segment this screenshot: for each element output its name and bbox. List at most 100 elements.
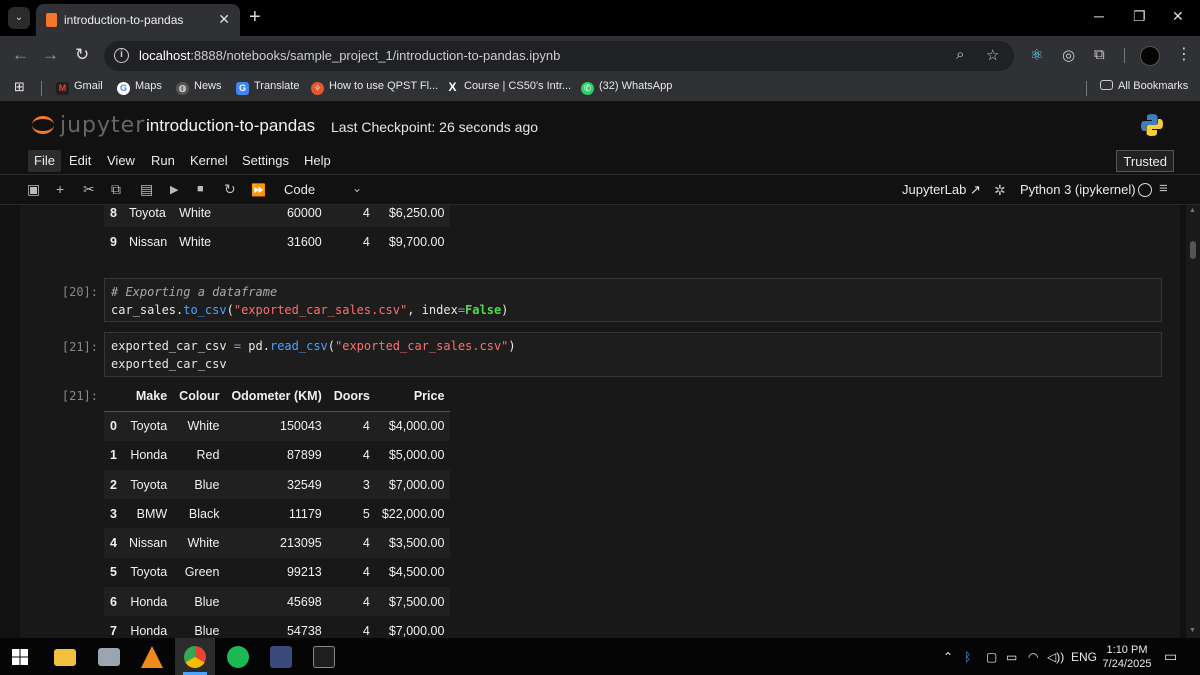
tab-close-icon[interactable]: ✕ [218,11,230,28]
cell-colour: Blue [194,624,220,638]
run-play-icon[interactable]: ▶ [170,183,178,196]
scrollbar-thumb[interactable] [1190,241,1196,259]
bluetooth-icon[interactable]: ᛒ [964,650,971,664]
windows-taskbar: ⌃ ᛒ ▢ ▭ ◠ ◁)) ENG 1:10 PM 7/24/2025 ▭ [0,638,1200,675]
restart-run-all-icon[interactable]: ⏩ [251,183,266,197]
jupyter-logo-icon[interactable] [32,112,54,138]
scroll-up-icon[interactable]: ▲ [1189,207,1196,214]
reload-icon[interactable]: ↻ [75,45,89,65]
react-devtools-extension-icon[interactable]: ⚛ [1030,46,1043,64]
file-explorer-icon[interactable] [54,649,76,666]
qpst-site-icon: ✧ [311,82,324,95]
copy-icon[interactable]: ⧉ [111,181,121,198]
chevron-down-icon[interactable]: ⌄ [352,181,362,195]
menu-file[interactable]: File [28,150,61,172]
notebook-scrollbar[interactable]: ▲ ▼ [1186,205,1200,638]
cell-type-select[interactable]: Code [284,182,315,197]
wifi-icon[interactable]: ◠ [1028,650,1038,664]
bookmark-gmail[interactable]: M Gmail [56,80,103,95]
forward-arrow-icon[interactable]: → [42,45,59,65]
meet-now-icon[interactable]: ▢ [986,650,997,664]
url-text[interactable]: localhost:8888/notebooks/sample_project_… [139,48,560,63]
row-index: 1 [110,448,117,463]
kernel-gear-icon[interactable]: ✲ [994,182,1006,199]
menu-kernel[interactable]: Kernel [190,153,228,168]
restart-kernel-icon[interactable]: ↻ [224,181,236,198]
cell-odometer: 60000 [286,205,322,220]
game-app-icon[interactable] [270,646,292,668]
vlc-icon[interactable] [141,646,163,668]
table-row: 5 Toyota Green 99213 4 $4,500.00 [104,557,451,588]
kernel-status-circle-icon [1138,183,1152,197]
mail-icon[interactable] [98,648,120,666]
cell-odometer: 31600 [286,234,322,249]
kernel-name[interactable]: Python 3 (ipykernel) [1020,182,1136,197]
cell-odometer: 99213 [286,565,322,580]
battery-icon[interactable]: ▭ [1006,650,1017,664]
tray-overflow-chevron-icon[interactable]: ⌃ [943,650,953,664]
cell-price: $7,000.00 [388,624,445,638]
address-bar[interactable]: i localhost:8888/notebooks/sample_projec… [104,41,1014,71]
system-clock[interactable]: 1:10 PM 7/24/2025 [1100,643,1154,671]
bookmark-qpst[interactable]: ✧ How to use QPST Fl... [311,80,438,95]
new-tab-plus-icon[interactable]: + [249,6,261,29]
cell-price: $7,500.00 [388,594,445,609]
previous-dataframe-output: 8 Toyota White 60000 4 $6,250.00 9 Nissan White 3… [104,205,451,257]
all-bookmarks[interactable]: All Bookmarks [1100,80,1188,92]
trusted-indicator[interactable]: Trusted [1116,150,1174,172]
jupyterlab-link[interactable]: JupyterLab ↗ [902,182,981,198]
terminal-app-icon[interactable] [313,646,335,668]
extensions-puzzle-icon[interactable]: ⧉ [1094,46,1105,63]
globe-icon: ◍ [176,82,189,95]
bookmark-maps[interactable]: G Maps [117,80,162,95]
browser-menu-icon[interactable]: ⋮ [1176,44,1192,64]
profile-avatar[interactable] [1140,46,1160,66]
chrome-icon[interactable] [184,646,206,668]
cell-21-prompt: [21]: [61,340,98,354]
bookmark-whatsapp[interactable]: ✆ (32) WhatsApp [581,80,672,95]
menu-view[interactable]: View [107,153,135,168]
row-index: 8 [110,205,117,220]
save-icon[interactable]: ▣ [27,181,40,198]
bookmark-cs50[interactable]: X Course | CS50's Intr... [446,80,571,94]
back-arrow-icon[interactable]: ← [12,45,29,65]
insert-cell-plus-icon[interactable]: + [56,181,64,197]
paste-clipboard-icon[interactable]: ▤ [140,181,153,198]
table-row: 3 BMW Black 11179 5 $22,000.00 [104,499,451,529]
hamburger-menu-icon[interactable]: ≡ [1159,180,1168,197]
scroll-down-icon[interactable]: ▼ [1189,627,1196,634]
cell-doors: 4 [362,624,370,638]
browser-tab-active[interactable]: introduction-to-pandas ✕ [36,4,240,36]
tab-search-dropdown-icon[interactable]: ⌄ [8,7,30,29]
volume-icon[interactable]: ◁)) [1047,650,1064,664]
minimize-icon[interactable]: ─ [1094,8,1104,24]
column-header-odometer: Odometer (KM) [225,382,328,412]
stop-square-icon[interactable]: ■ [197,183,204,195]
apps-grid-icon[interactable]: ⊞ [14,79,25,95]
menu-settings[interactable]: Settings [242,153,289,168]
restore-icon[interactable]: ❐ [1133,8,1146,25]
cell-colour: White [187,419,220,434]
bookmark-translate[interactable]: G Translate [236,80,299,95]
zoom-search-icon[interactable]: ⌕ [956,46,964,63]
code-cell-21[interactable]: exported_car_csv = pd.read_csv("exported… [104,332,1162,377]
cell-make: Honda [130,594,168,609]
input-language[interactable]: ENG [1071,650,1097,664]
site-info-icon[interactable]: i [114,48,129,63]
notebook-toolbar: ▣ + ✂ ⧉ ▤ ▶ ■ ↻ ⏩ Code ⌄ JupyterLab ↗ ✲ … [0,175,1200,205]
notifications-icon[interactable]: ▭ [1164,648,1177,665]
code-cell-20[interactable]: # Exporting a dataframe car_sales.to_csv… [104,278,1162,322]
menu-run[interactable]: Run [151,153,175,168]
menu-help[interactable]: Help [304,153,331,168]
windows-start-icon[interactable] [12,649,28,665]
spotify-icon[interactable] [227,646,249,668]
cut-scissors-icon[interactable]: ✂ [83,181,95,198]
window-close-icon[interactable]: ✕ [1172,8,1184,25]
jupyter-wordmark[interactable]: jupyter [60,113,145,138]
notebook-title[interactable]: introduction-to-pandas [146,116,315,136]
output-21-prompt: [21]: [61,389,98,403]
bookmark-news[interactable]: ◍ News [176,80,222,95]
bookmark-star-icon[interactable]: ☆ [986,46,999,64]
extension-spy-icon[interactable]: ◎ [1062,46,1075,64]
menu-edit[interactable]: Edit [69,153,91,168]
